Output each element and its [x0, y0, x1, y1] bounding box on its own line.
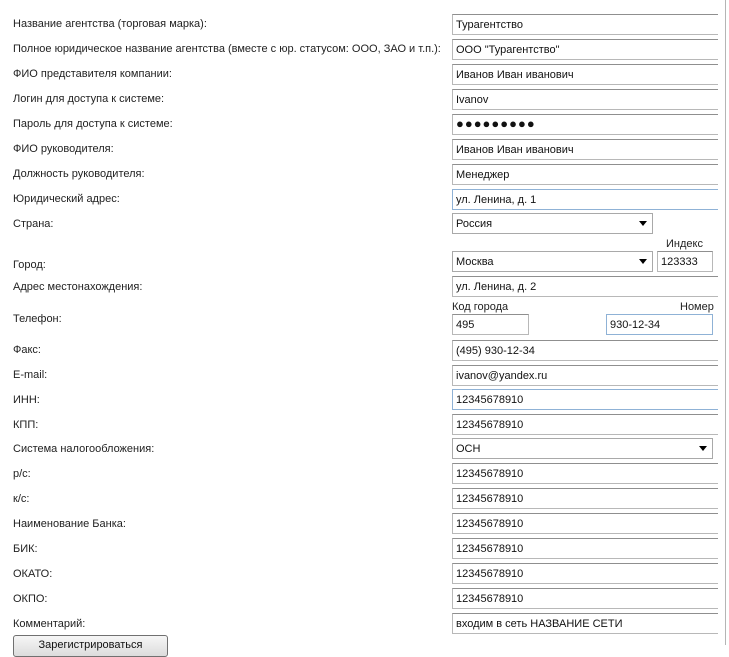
- city-select-value: Москва: [456, 256, 494, 268]
- legal-address-label: Юридический адрес:: [13, 193, 120, 205]
- password-input[interactable]: ●●●●●●●●●: [452, 114, 718, 135]
- director-label: ФИО руководителя:: [13, 143, 114, 155]
- tax-system-select[interactable]: ОСН: [452, 438, 713, 459]
- bik-input[interactable]: 12345678910: [452, 538, 718, 559]
- country-select[interactable]: Россия: [452, 213, 653, 234]
- legal-address-input[interactable]: ул. Ленина, д. 1: [452, 189, 718, 210]
- register-button[interactable]: Зарегистрироваться: [13, 635, 168, 657]
- ks-input[interactable]: 12345678910: [452, 488, 718, 509]
- kpp-input[interactable]: 12345678910: [452, 414, 718, 435]
- city-label: Город:: [13, 259, 46, 271]
- postal-index-input[interactable]: 123333: [657, 251, 713, 272]
- city-code-input[interactable]: 495: [452, 314, 529, 335]
- actual-address-input[interactable]: ул. Ленина, д. 2: [452, 276, 718, 297]
- country-label: Страна:: [13, 218, 54, 230]
- bik-label: БИК:: [13, 543, 38, 555]
- legal-name-label: Полное юридическое название агентства (в…: [13, 43, 441, 55]
- director-position-input[interactable]: Менеджер: [452, 164, 718, 185]
- inn-label: ИНН:: [13, 394, 40, 406]
- phone-number-caption: Номер: [680, 301, 714, 313]
- ks-label: к/с:: [13, 493, 30, 505]
- representative-label: ФИО представителя компании:: [13, 68, 172, 80]
- frame-border: [725, 0, 726, 645]
- fax-label: Факс:: [13, 344, 41, 356]
- okato-label: ОКАТО:: [13, 568, 53, 580]
- legal-name-input[interactable]: ООО "Турагентство": [452, 39, 718, 60]
- comment-label: Комментарий:: [13, 618, 86, 630]
- okato-input[interactable]: 12345678910: [452, 563, 718, 584]
- bank-name-input[interactable]: 12345678910: [452, 513, 718, 534]
- city-select[interactable]: Москва: [452, 251, 653, 272]
- tax-system-label: Система налогообложения:: [13, 443, 155, 455]
- actual-address-label: Адрес местонахождения:: [13, 281, 143, 293]
- country-select-value: Россия: [456, 218, 493, 230]
- representative-input[interactable]: Иванов Иван иванович: [452, 64, 718, 85]
- city-code-caption: Код города: [452, 301, 509, 313]
- phone-label: Телефон:: [13, 313, 62, 325]
- director-position-label: Должность руководителя:: [13, 168, 145, 180]
- rs-input[interactable]: 12345678910: [452, 463, 718, 484]
- kpp-label: КПП:: [13, 419, 39, 431]
- comment-input[interactable]: входим в сеть НАЗВАНИЕ СЕТИ: [452, 613, 718, 634]
- agency-name-input[interactable]: Турагентство: [452, 14, 718, 35]
- password-label: Пароль для доступа к системе:: [13, 118, 173, 130]
- director-input[interactable]: Иванов Иван иванович: [452, 139, 718, 160]
- email-label: E-mail:: [13, 369, 48, 381]
- chevron-down-icon: [639, 259, 647, 264]
- agency-name-label: Название агентства (торговая марка):: [13, 18, 207, 30]
- login-label: Логин для доступа к системе:: [13, 93, 165, 105]
- index-caption: Индекс: [666, 238, 703, 250]
- chevron-down-icon: [639, 221, 647, 226]
- rs-label: р/с:: [13, 468, 31, 480]
- fax-input[interactable]: (495) 930-12-34: [452, 340, 718, 361]
- phone-number-input[interactable]: 930-12-34: [606, 314, 713, 335]
- bank-name-label: Наименование Банка:: [13, 518, 126, 530]
- login-input[interactable]: Ivanov: [452, 89, 718, 110]
- inn-input[interactable]: 12345678910: [452, 389, 718, 410]
- okpo-label: ОКПО:: [13, 593, 48, 605]
- email-input[interactable]: ivanov@yandex.ru: [452, 365, 718, 386]
- okpo-input[interactable]: 12345678910: [452, 588, 718, 609]
- tax-system-select-value: ОСН: [456, 443, 481, 455]
- chevron-down-icon: [699, 446, 707, 451]
